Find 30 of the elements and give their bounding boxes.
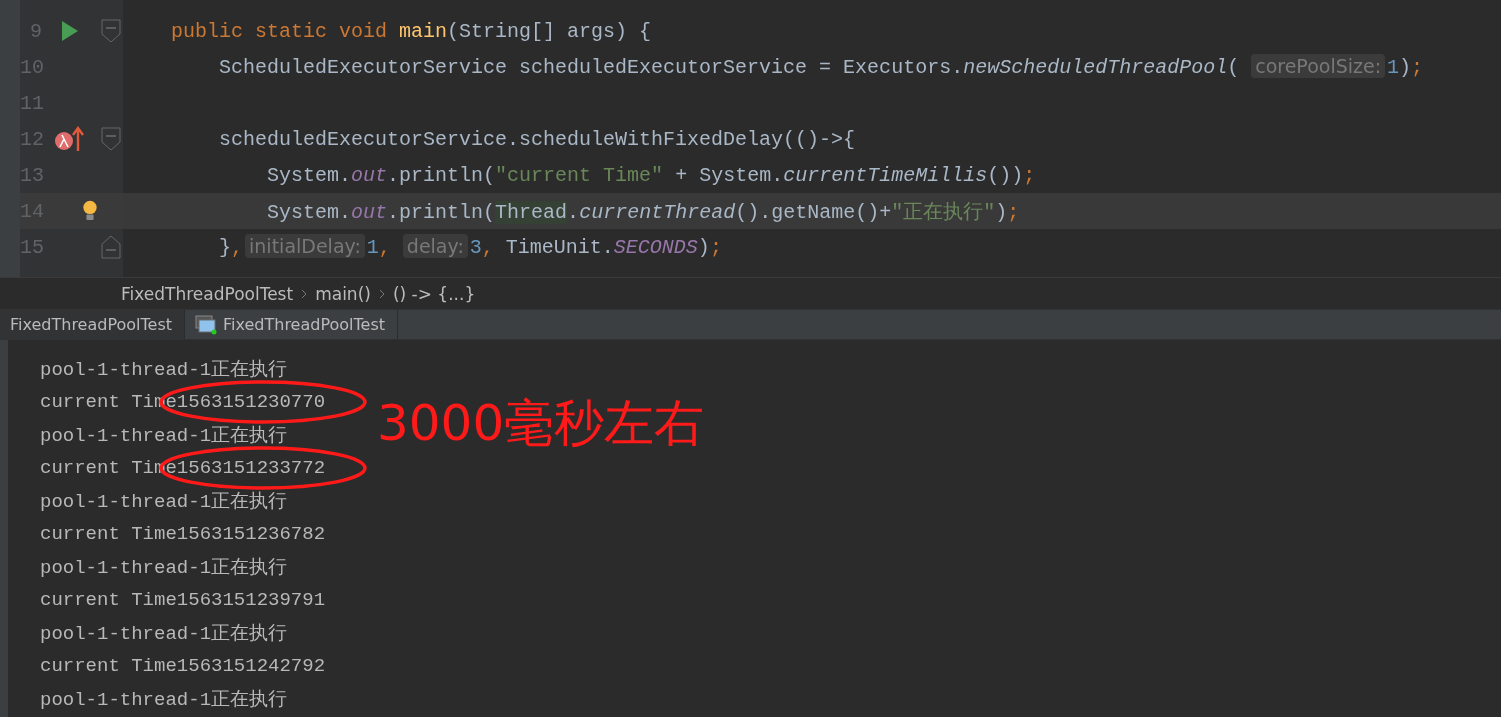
- fold-icon[interactable]: [100, 19, 121, 43]
- breadcrumb-item[interactable]: FixedThreadPoolTest: [121, 283, 294, 304]
- code-line: System.out.println("current Time" + System.currentTimeMillis());: [266, 163, 1036, 187]
- breadcrumb-item[interactable]: main(): [315, 283, 371, 304]
- code-line: ScheduledExecutorService scheduledExecutorService = Executors.newScheduledThreadPool( corePoolSize: 1);: [218, 55, 1424, 79]
- code-line: System.out.println(Thread.currentThread().getName()+"正在执行");: [266, 199, 1020, 225]
- console-line: current Time1563151242792: [40, 654, 326, 677]
- fold-icon[interactable]: [100, 235, 121, 259]
- code-line: }, initialDelay: 1, delay: 3, TimeUnit.SECONDS);: [218, 235, 722, 259]
- lightbulb-icon[interactable]: [82, 199, 98, 223]
- run-tab[interactable]: FixedThreadPoolTest: [0, 310, 185, 339]
- console-line: pool-1-thread-1正在执行: [40, 621, 288, 646]
- console-line: current Time1563151239791: [40, 588, 326, 611]
- console-line: pool-1-thread-1正在执行: [40, 489, 288, 514]
- console-icon: [195, 314, 217, 335]
- code-line: public static void main(String[] args) {: [170, 19, 652, 43]
- fold-icon[interactable]: [100, 127, 121, 151]
- breadcrumb-item[interactable]: () -> {...}: [392, 283, 476, 304]
- console-line: pool-1-thread-1正在执行: [40, 687, 288, 712]
- console-line: current Time1563151236782: [40, 522, 326, 545]
- lambda-icon[interactable]: [54, 126, 86, 152]
- chevron-icon: [378, 287, 385, 300]
- console-line: pool-1-thread-1正在执行: [40, 555, 288, 580]
- run-tab[interactable]: FixedThreadPoolTest: [185, 310, 399, 339]
- console-line: pool-1-thread-1正在执行: [40, 423, 288, 448]
- annotation-note: 3000毫秒左右: [377, 393, 705, 454]
- console-line: pool-1-thread-1正在执行: [40, 357, 288, 382]
- run-icon[interactable]: [61, 20, 79, 42]
- code-line: scheduledExecutorService.scheduleWithFixedDelay(()->{: [218, 127, 856, 151]
- chevron-icon: [301, 287, 308, 300]
